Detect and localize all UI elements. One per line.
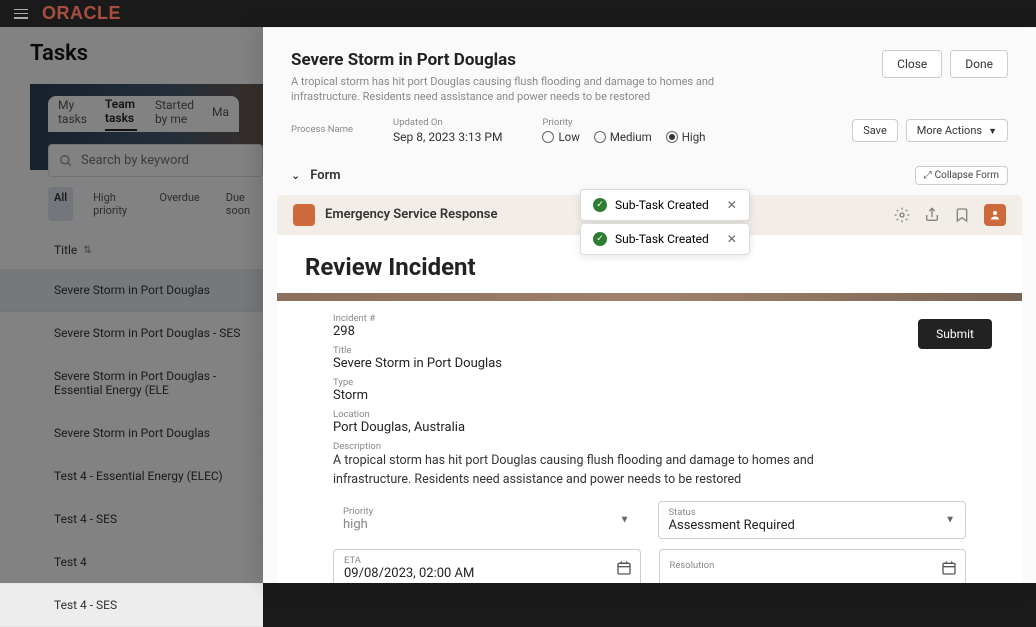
menu-icon[interactable]: [14, 9, 28, 19]
updated-on-field: Updated On Sep 8, 2023 3:13 PM: [393, 117, 502, 144]
process-label: Process Name: [291, 124, 353, 135]
close-icon[interactable]: ✕: [727, 232, 737, 246]
close-icon[interactable]: ✕: [727, 198, 737, 212]
check-icon: ✓: [593, 232, 607, 246]
task-item[interactable]: Test 4 - SES: [0, 584, 263, 627]
task-subtitle: A tropical storm has hit port Douglas ca…: [291, 74, 731, 105]
task-title: Severe Storm in Port Douglas: [291, 50, 731, 70]
bookmark-icon[interactable]: [954, 207, 970, 223]
description-field: Description A tropical storm has hit por…: [333, 441, 966, 490]
priority-low[interactable]: Low: [542, 130, 579, 144]
toast-message: Sub-Task Created: [615, 232, 709, 246]
calendar-icon[interactable]: [616, 560, 632, 576]
avatar[interactable]: [984, 204, 1006, 226]
title-field: Title Severe Storm in Port Douglas: [333, 345, 966, 371]
check-icon: ✓: [593, 198, 607, 212]
collapse-icon: ⤢: [924, 170, 932, 181]
hero-image: [277, 293, 1022, 301]
panel-header: Severe Storm in Port Douglas A tropical …: [263, 28, 1036, 117]
collapse-form-button[interactable]: ⤢Collapse Form: [915, 166, 1008, 185]
chevron-down-icon: ▼: [620, 515, 630, 526]
status-select[interactable]: Status Assessment Required ▼: [658, 501, 967, 539]
updated-value: Sep 8, 2023 3:13 PM: [393, 130, 502, 144]
priority-medium[interactable]: Medium: [594, 130, 652, 144]
app-name: Emergency Service Response: [325, 207, 497, 222]
updated-label: Updated On: [393, 117, 502, 128]
modal-backdrop: [0, 27, 263, 583]
app-icon: [293, 204, 315, 226]
location-field: Location Port Douglas, Australia: [333, 409, 966, 435]
close-button[interactable]: Close: [882, 50, 942, 78]
resolution-input[interactable]: Resolution: [659, 549, 967, 583]
incident-number-field: Incident # 298: [333, 313, 966, 339]
share-icon[interactable]: [924, 207, 940, 223]
toast-message: Sub-Task Created: [615, 198, 709, 212]
more-actions-button[interactable]: More Actions▼: [906, 119, 1008, 142]
toast-subtask-created: ✓ Sub-Task Created ✕: [580, 189, 750, 221]
save-button[interactable]: Save: [852, 119, 898, 142]
type-field: Type Storm: [333, 377, 966, 403]
submit-button[interactable]: Submit: [918, 319, 992, 349]
chevron-down-icon: ▼: [945, 515, 955, 526]
priority-high[interactable]: High: [666, 130, 706, 144]
process-name-field: Process Name: [291, 124, 353, 137]
calendar-icon[interactable]: [941, 560, 957, 576]
priority-select[interactable]: Priority high ▼: [333, 501, 640, 539]
gear-icon[interactable]: [894, 207, 910, 223]
toast-subtask-created: ✓ Sub-Task Created ✕: [580, 223, 750, 255]
task-panel: Severe Storm in Port Douglas A tropical …: [263, 27, 1036, 583]
meta-row: Process Name Updated On Sep 8, 2023 3:13…: [263, 117, 1036, 158]
chevron-down-icon[interactable]: ⌄: [291, 169, 300, 182]
brand-logo[interactable]: ORACLE: [42, 3, 121, 24]
chevron-down-icon: ▼: [988, 127, 997, 137]
priority-label: Priority: [542, 117, 705, 128]
sidebar: Tasks My tasks Team tasks Started by me …: [0, 27, 263, 583]
form-label: Form: [310, 168, 340, 183]
priority-field: Priority Low Medium High: [542, 117, 705, 144]
eta-input[interactable]: ETA 09/08/2023, 02:00 AM: [333, 549, 641, 583]
done-button[interactable]: Done: [950, 50, 1008, 78]
topbar: ORACLE: [0, 0, 1036, 27]
